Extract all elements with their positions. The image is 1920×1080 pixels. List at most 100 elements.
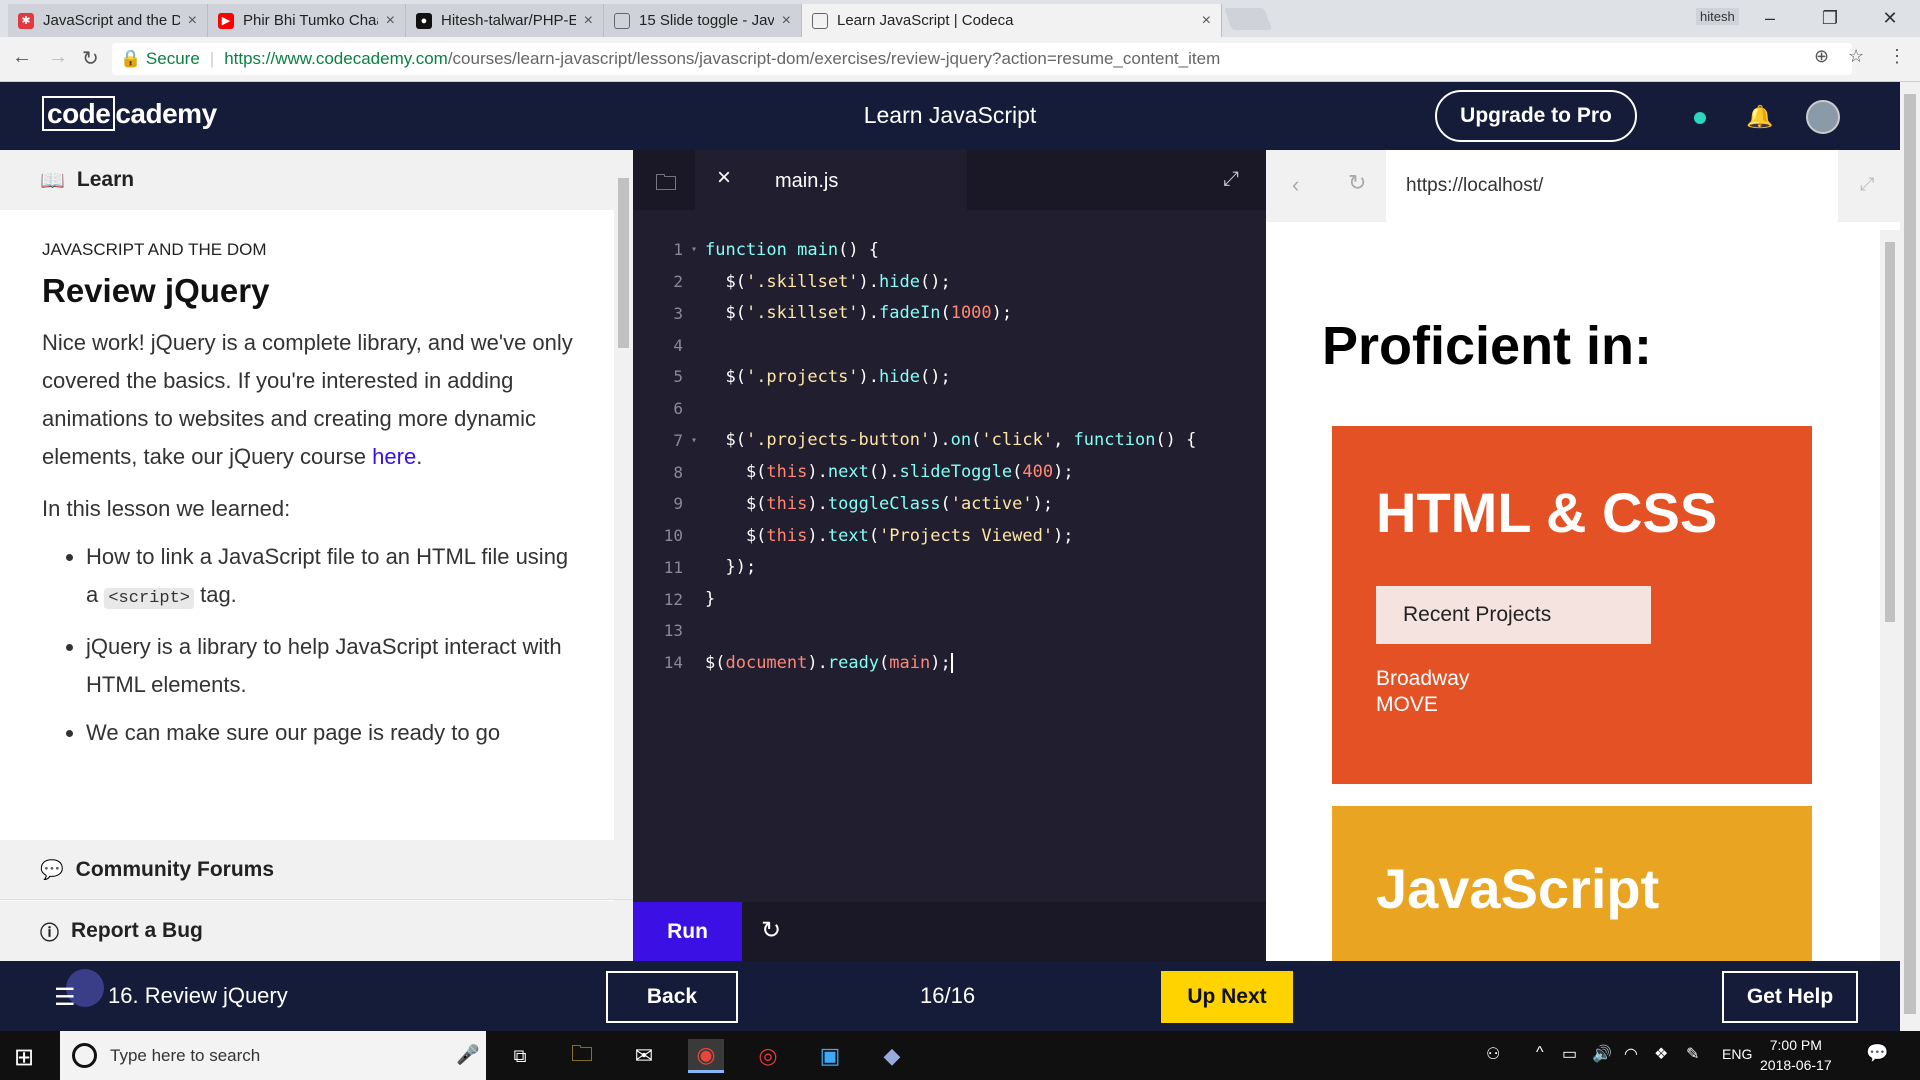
bell-icon[interactable]: 🔔 — [1746, 104, 1773, 130]
browser-tab-active[interactable]: Learn JavaScript | Codeca × — [802, 4, 1222, 37]
browser-tab[interactable]: ▶ Phir Bhi Tumko Chaahun × — [208, 4, 406, 37]
windows-start-icon[interactable]: ⊞ — [14, 1043, 34, 1072]
report-bug-link[interactable]: ⓘ Report a Bug — [0, 901, 633, 961]
code-line[interactable]: 13 — [633, 615, 1266, 647]
code-line[interactable]: 6 — [633, 393, 1266, 425]
community-forums-link[interactable]: 💬 Community Forums — [0, 840, 633, 900]
task-view-icon[interactable]: ⧉ — [502, 1039, 538, 1073]
learn-tab[interactable]: 📖 Learn — [0, 150, 614, 210]
fold-toggle-icon[interactable]: ▾ — [683, 244, 705, 255]
status-dot — [1694, 112, 1706, 124]
profile-badge[interactable]: hitesh — [1696, 8, 1739, 25]
url-field[interactable]: 🔒 Secure | https://www.codecademy.com/co… — [112, 43, 1852, 75]
run-button[interactable]: Run — [633, 902, 742, 961]
preview-scrollbar[interactable] — [1880, 230, 1900, 961]
folder-icon[interactable]: 🗀 — [655, 166, 677, 204]
browser-tab[interactable]: ✱ JavaScript and the DOM × — [8, 4, 208, 37]
chevron-up-icon[interactable]: ^ — [1536, 1044, 1544, 1062]
code-line[interactable]: 7 ▾ $('.projects-button').on('click', fun… — [633, 425, 1266, 457]
taskbar-search[interactable]: Type here to search 🎤 — [60, 1031, 486, 1080]
browser-tab-strip: ✱ JavaScript and the DOM × ▶ Phir Bhi Tu… — [0, 0, 1920, 37]
system-clock[interactable]: 7:00 PM 2018-06-17 — [1760, 1035, 1832, 1075]
upgrade-button[interactable]: Upgrade to Pro — [1435, 90, 1637, 142]
code-line[interactable]: 4 — [633, 329, 1266, 361]
get-help-button[interactable]: Get Help — [1722, 971, 1858, 1023]
wifi-icon[interactable]: ◠ — [1624, 1044, 1638, 1064]
reload-icon[interactable]: ↻ — [82, 46, 99, 71]
code-token: function — [705, 239, 787, 260]
avatar[interactable] — [1806, 100, 1840, 134]
mail-icon[interactable]: ✉ — [626, 1039, 662, 1073]
scrollbar-thumb[interactable] — [1885, 242, 1895, 622]
language-indicator[interactable]: ENG — [1722, 1046, 1752, 1062]
app-icon[interactable]: ▣ — [812, 1039, 848, 1073]
preview-url[interactable]: https://localhost/ — [1386, 150, 1838, 222]
close-window-icon[interactable]: ✕ — [1860, 0, 1920, 37]
restore-icon[interactable]: ❐ — [1800, 0, 1860, 37]
code-line[interactable]: 11 }); — [633, 552, 1266, 584]
new-tab-button[interactable] — [1223, 8, 1273, 30]
code-line[interactable]: 3 $('.skillset').fadeIn(1000); — [633, 298, 1266, 330]
browser-tab[interactable]: 15 Slide toggle - JavaScri × — [604, 4, 802, 37]
line-number: 11 — [663, 557, 683, 577]
line-number: 7 — [673, 430, 683, 450]
back-button[interactable]: Back — [606, 971, 738, 1023]
file-tab[interactable]: × main.js — [695, 150, 967, 210]
skill-card-html-css: HTML & CSS Recent Projects Broadway MOVE — [1332, 426, 1812, 784]
code-line[interactable]: 1 ▾ function main() { — [633, 234, 1266, 266]
zoom-icon[interactable]: ⊕ — [1814, 46, 1829, 67]
list-item: jQuery is a library to help JavaScript i… — [86, 628, 577, 704]
browser-menu-icon[interactable]: ⋮ — [1888, 46, 1906, 67]
expand-icon[interactable]: ⤢ — [1223, 168, 1239, 191]
close-tab-icon[interactable]: × — [584, 12, 593, 30]
minimize-icon[interactable]: – — [1740, 0, 1800, 37]
forward-arrow-icon[interactable]: → — [48, 46, 68, 69]
code-line[interactable]: 12} — [633, 583, 1266, 615]
preview-browser: ‹ ↻ https://localhost/ ⤢ Proficient in: … — [1266, 150, 1900, 961]
lesson-paragraph: In this lesson we learned: — [42, 496, 291, 521]
file-explorer-icon[interactable]: 🗀 — [564, 1039, 600, 1073]
people-icon[interactable]: ⚇ — [1486, 1044, 1500, 1064]
course-link[interactable]: here — [372, 444, 416, 469]
code-line[interactable]: 5 $('.projects').hide(); — [633, 361, 1266, 393]
back-arrow-icon[interactable]: ← — [12, 46, 32, 69]
fold-toggle-icon[interactable]: ▾ — [683, 435, 705, 446]
page-scrollbar[interactable] — [1900, 82, 1920, 1031]
secure-indicator[interactable]: 🔒 Secure — [120, 49, 200, 69]
code-line[interactable]: 8 $(this).next().slideToggle(400); — [633, 456, 1266, 488]
close-tab-icon[interactable]: × — [188, 12, 197, 30]
code-line[interactable]: 2 $('.skillset').hide(); — [633, 266, 1266, 298]
app-icon[interactable]: ◎ — [750, 1039, 786, 1073]
code-line[interactable]: 14 $(document).ready(main); — [633, 647, 1266, 679]
app-icon[interactable]: ◆ — [874, 1039, 910, 1073]
code-token: (); — [919, 271, 951, 292]
expand-icon[interactable]: ⤢ — [1860, 174, 1874, 195]
lock-icon: 🔒 — [120, 49, 142, 68]
battery-icon[interactable]: ▭ — [1562, 1044, 1577, 1064]
lesson-name[interactable]: 16. Review jQuery — [108, 983, 288, 1009]
volume-icon[interactable]: 🔊 — [1592, 1044, 1612, 1064]
dropbox-icon[interactable]: ❖ — [1654, 1044, 1668, 1064]
scrollbar-thumb[interactable] — [1904, 94, 1916, 1014]
reset-icon[interactable]: ↻ — [761, 916, 781, 945]
chevron-left-icon[interactable]: ‹ — [1292, 172, 1299, 198]
code-area[interactable]: 1 ▾ function main() {2 $('.skillset').hide… — [633, 234, 1266, 679]
code-line[interactable]: 10 $(this).text('Projects Viewed'); — [633, 520, 1266, 552]
code-line[interactable]: 9 $(this).toggleClass('active'); — [633, 488, 1266, 520]
browser-tab[interactable]: ● Hitesh-talwar/PHP-Exerc × — [406, 4, 604, 37]
reload-icon[interactable]: ↻ — [1348, 170, 1366, 196]
menu-icon[interactable]: ☰ — [54, 983, 76, 1012]
close-tab-icon[interactable]: × — [386, 12, 395, 30]
line-number: 14 — [663, 653, 683, 673]
recent-projects-button[interactable]: Recent Projects — [1376, 586, 1651, 644]
microphone-icon[interactable]: 🎤 — [456, 1043, 480, 1067]
scrollbar-thumb[interactable] — [618, 178, 629, 348]
bookmark-star-icon[interactable]: ☆ — [1848, 46, 1864, 67]
close-tab-icon[interactable]: × — [1202, 12, 1211, 30]
pen-icon[interactable]: ✎ — [1686, 1044, 1699, 1064]
up-next-button[interactable]: Up Next — [1161, 971, 1293, 1023]
notifications-icon[interactable]: 💬 — [1866, 1043, 1888, 1064]
chrome-icon[interactable]: ◉ — [688, 1039, 724, 1073]
close-tab-icon[interactable]: × — [782, 12, 791, 30]
close-icon[interactable]: × — [717, 164, 731, 192]
